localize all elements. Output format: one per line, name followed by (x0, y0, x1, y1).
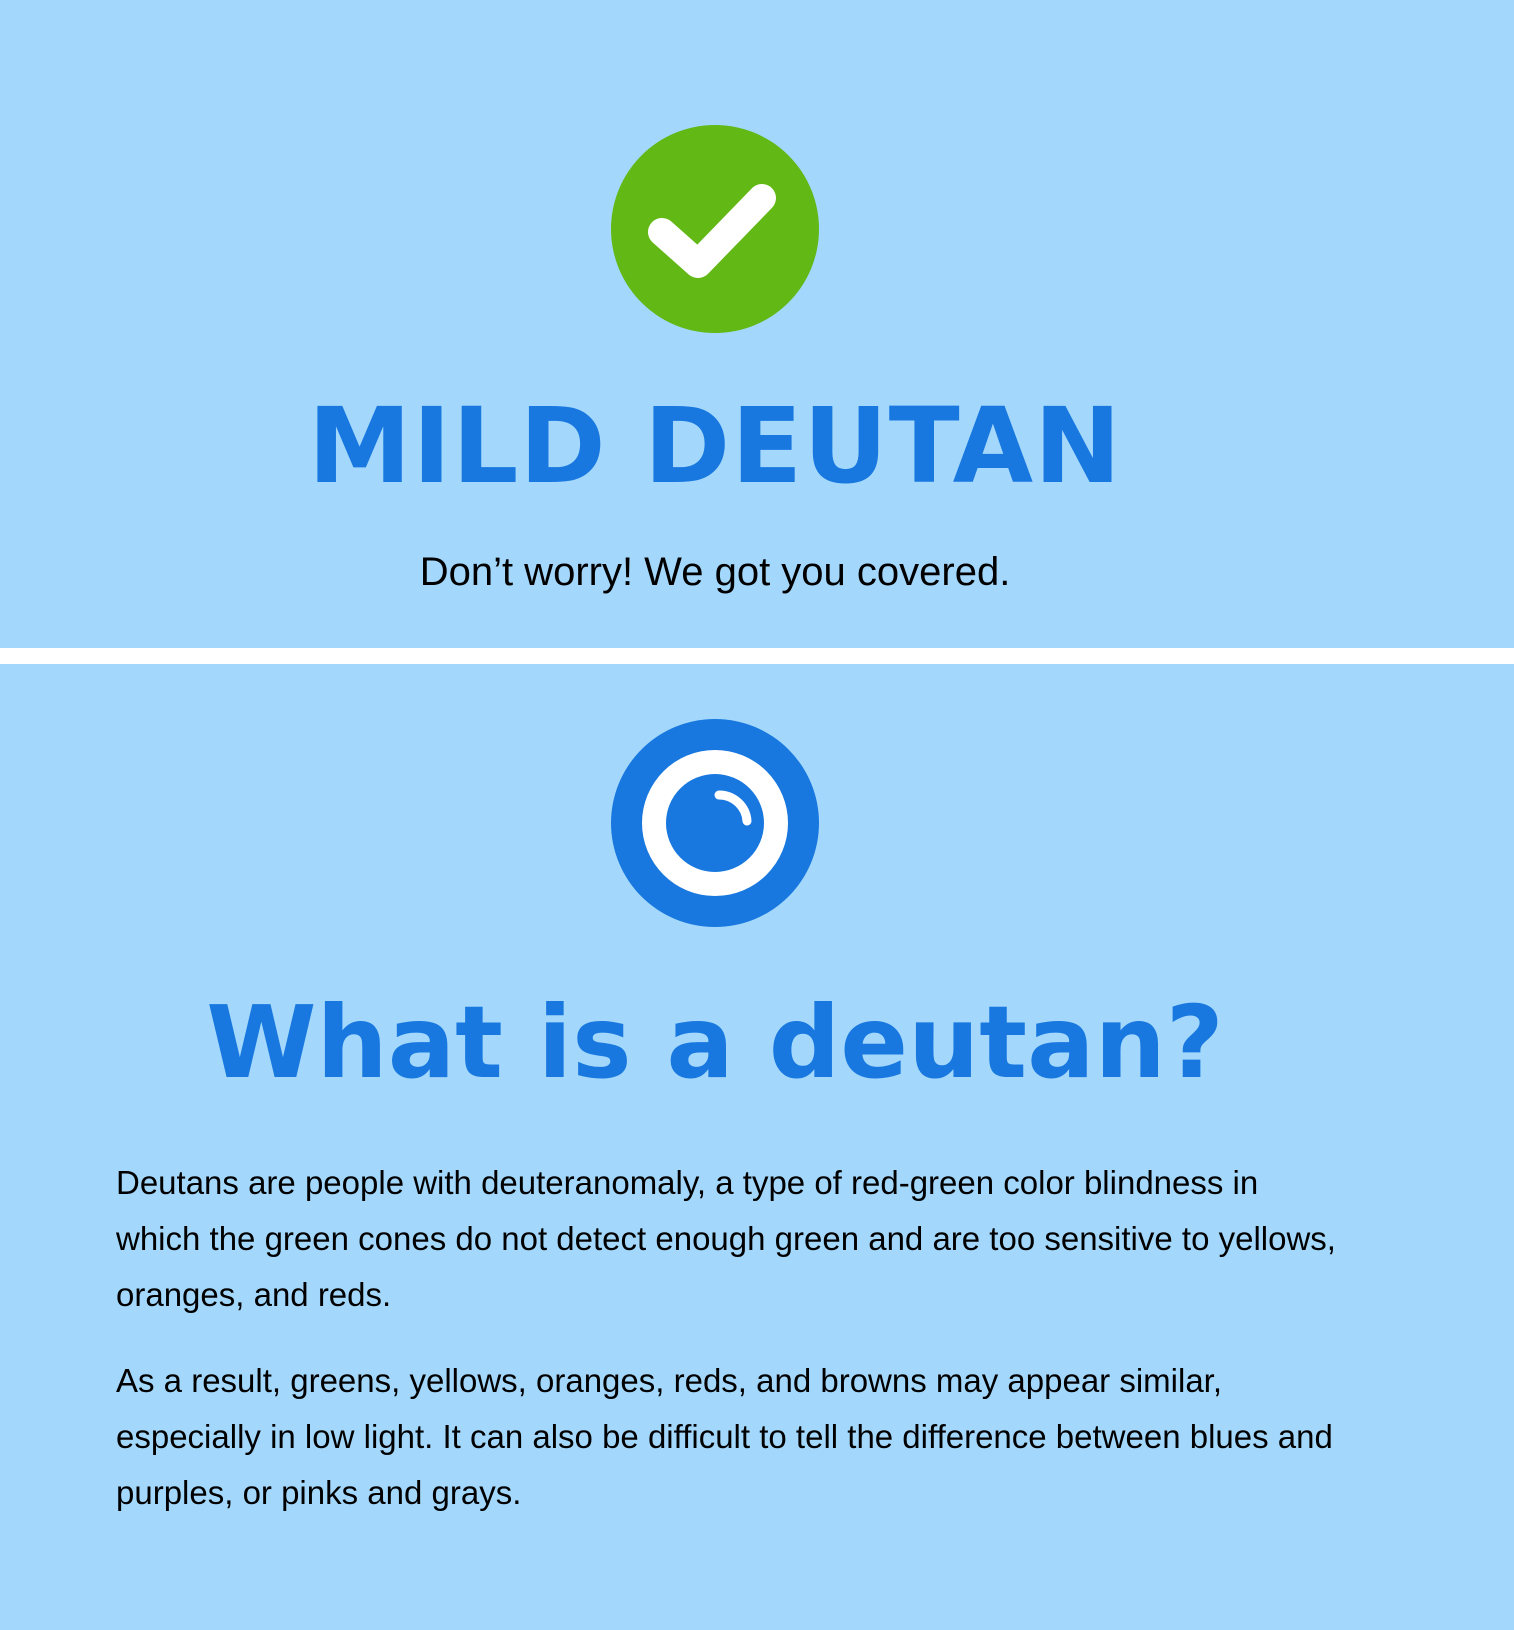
info-title: What is a deutan? (206, 984, 1224, 1101)
eye-icon (611, 719, 819, 927)
result-subtitle: Don’t worry! We got you covered. (419, 550, 1011, 594)
info-paragraph-1: Deutans are people with deuteranomaly, a… (116, 1164, 1336, 1313)
section-divider (0, 648, 1514, 664)
result-title: MILD DEUTAN (307, 385, 1123, 507)
info-paragraph-2: As a result, greens, yellows, oranges, r… (116, 1362, 1333, 1511)
check-circle-icon (611, 125, 819, 333)
result-section: MILD DEUTAN Don’t worry! We got you cove… (0, 0, 1514, 648)
